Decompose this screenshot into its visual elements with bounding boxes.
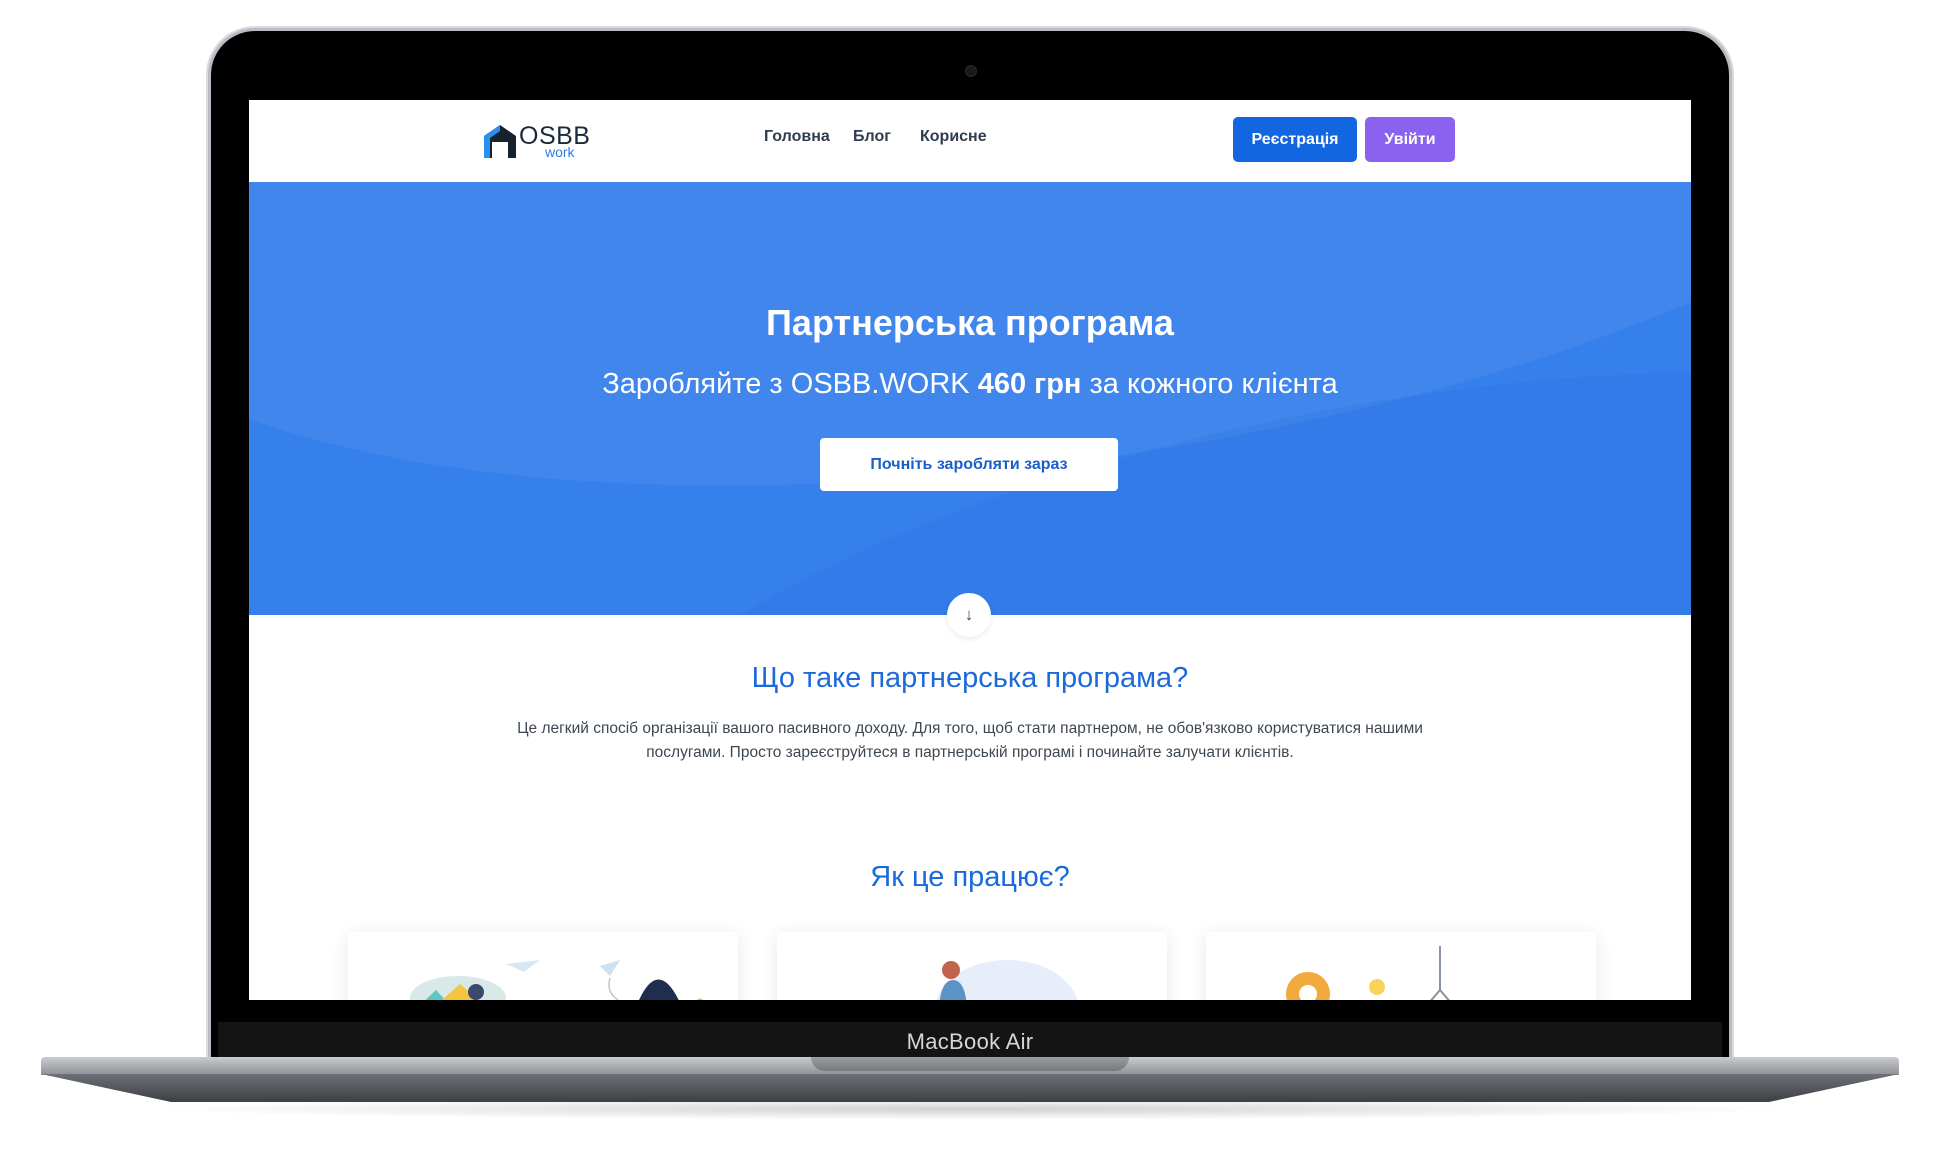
nav-link-blog[interactable]: Блог [853,128,891,146]
register-button[interactable]: Реєстрація [1233,117,1357,162]
hero-section: Партнерська програма Заробляйте з OSBB.W… [249,182,1691,615]
login-button[interactable]: Увійти [1365,117,1455,162]
browser-screen: OSBB work Головна Блог Корисне Реєстраці… [249,100,1691,1000]
laptop-base-edge [41,1074,1899,1102]
nav-link-home[interactable]: Головна [764,128,830,146]
hero-subtitle-start: Заробляйте з OSBB.WORK [602,368,978,400]
site-logo[interactable]: OSBB work [481,118,591,162]
step-card [777,932,1167,1000]
camera-icon [965,65,977,77]
scroll-down-button[interactable]: ↓ [947,593,991,637]
step-card [1206,932,1596,1000]
step-illustration [1286,946,1450,1000]
hero-subtitle: Заробляйте з OSBB.WORK 460 грн за кожног… [249,368,1691,401]
arrow-down-icon: ↓ [964,605,974,624]
hero-subtitle-end: за кожного клієнта [1081,368,1338,400]
osbb-house-logo-icon [484,125,516,158]
how-it-works-title: Як це працює? [870,861,1070,893]
start-earning-button[interactable]: Почніть заробляти зараз [820,438,1118,491]
about-section-title: Що таке партнерська програма? [751,662,1189,694]
about-section-text: Це легкий спосіб організації вашого паси… [517,720,1423,761]
hero-title: Партнерська програма [766,302,1174,343]
hero-subtitle-amount: 460 грн [977,368,1082,400]
step-card [348,932,738,1000]
step-illustration [936,960,1078,1000]
top-navbar: OSBB work Головна Блог Корисне Реєстраці… [249,100,1691,182]
step-illustration [410,960,704,1000]
laptop-chin: MacBook Air [218,1022,1722,1062]
device-label: MacBook Air [906,1029,1034,1054]
laptop-hinge-notch [811,1057,1129,1071]
nav-link-useful[interactable]: Корисне [920,128,987,146]
logo-subtext: work [545,144,575,160]
